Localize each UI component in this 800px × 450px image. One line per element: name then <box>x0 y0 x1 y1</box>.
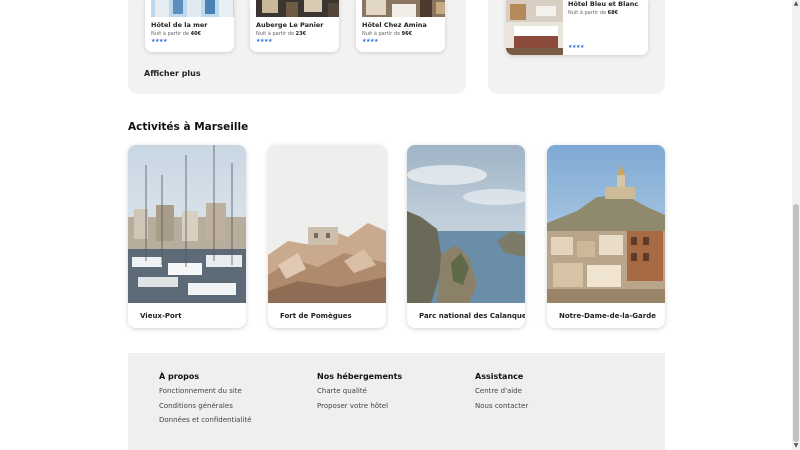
activity-photo <box>547 145 665 303</box>
footer-link[interactable]: Centre d'aide <box>475 387 528 395</box>
activity-card-calanques[interactable]: Parc national des Calanques <box>407 145 525 328</box>
activity-photo <box>407 145 525 303</box>
hotel-name: Hôtel Chez Amina <box>362 21 427 29</box>
footer-heading: Assistance <box>475 372 524 381</box>
rating-stars: ★★★★ <box>256 38 272 44</box>
activity-card-notre-dame[interactable]: Notre-Dame-de-la-Garde <box>547 145 665 328</box>
activity-photo <box>128 145 246 303</box>
scrollbar-thumb[interactable] <box>793 204 799 442</box>
hotel-price-value: 68€ <box>607 10 619 16</box>
hotel-price-value: 23€ <box>295 31 307 37</box>
show-more-link[interactable]: Afficher plus <box>144 69 201 78</box>
hotel-photo <box>506 0 563 55</box>
hotel-photo <box>256 0 339 17</box>
vertical-scrollbar[interactable]: ▲ ▼ <box>792 0 800 450</box>
hotel-name: Hôtel Bleu et Blanc <box>568 0 639 8</box>
activity-card-fort-de-pomegues[interactable]: Fort de Pomègues <box>268 145 386 328</box>
rating-stars: ★★★★ <box>151 38 167 44</box>
footer-column-support: Assistance Centre d'aide Nous contacter <box>475 372 528 416</box>
footer-column-accommodations: Nos hébergements Charte qualité Proposer… <box>317 372 402 416</box>
hotel-price-prefix: Nuit à partir de <box>256 31 296 37</box>
activity-photo <box>268 145 386 303</box>
hotel-price: Nuit à partir de 96€ <box>362 31 412 37</box>
activity-label: Parc national des Calanques <box>419 312 525 320</box>
site-footer: À propos Fonctionnement du site Conditio… <box>128 353 665 450</box>
activities-title: Activités à Marseille <box>128 121 249 133</box>
hotel-price: Nuit à partir de 68€ <box>568 10 618 16</box>
footer-heading: Nos hébergements <box>317 372 403 381</box>
footer-heading: À propos <box>159 372 200 381</box>
footer-link[interactable]: Charte qualité <box>317 387 402 395</box>
hotel-photo <box>362 0 445 17</box>
hotels-panel: Hôtel de la mer Nuit à partir de 40€ ★★★… <box>128 0 466 94</box>
scroll-down-arrow-icon[interactable]: ▼ <box>792 442 800 450</box>
hotel-card[interactable]: Hôtel de la mer Nuit à partir de 40€ ★★★… <box>145 0 234 52</box>
hotel-price-value: 40€ <box>190 31 202 37</box>
hotel-price-prefix: Nuit à partir de <box>362 31 402 37</box>
activity-label: Fort de Pomègues <box>280 312 352 320</box>
footer-link[interactable]: Données et confidentialité <box>159 416 251 424</box>
hotel-name: Hôtel de la mer <box>151 21 208 29</box>
hotel-price-value: 96€ <box>401 31 413 37</box>
footer-link[interactable]: Fonctionnement du site <box>159 387 251 395</box>
footer-column-about: À propos Fonctionnement du site Conditio… <box>159 372 251 431</box>
activity-label: Notre-Dame-de-la-Garde <box>559 312 656 320</box>
footer-link[interactable]: Proposer votre hôtel <box>317 402 402 410</box>
featured-hotel-panel: Hôtel Bleu et Blanc Nuit à partir de 68€… <box>488 0 665 94</box>
rating-stars: ★★★★ <box>568 44 584 50</box>
footer-link[interactable]: Conditions générales <box>159 402 251 410</box>
featured-hotel-card[interactable]: Hôtel Bleu et Blanc Nuit à partir de 68€… <box>506 0 648 55</box>
scroll-up-arrow-icon[interactable]: ▲ <box>792 0 800 8</box>
hotel-name: Auberge Le Panier <box>256 21 324 29</box>
hotel-price-prefix: Nuit à partir de <box>151 31 191 37</box>
activity-card-vieux-port[interactable]: Vieux-Port <box>128 145 246 328</box>
hotel-card[interactable]: Hôtel Chez Amina Nuit à partir de 96€ ★★… <box>356 0 445 52</box>
rating-stars: ★★★★ <box>362 38 378 44</box>
hotel-photo <box>151 0 234 17</box>
activity-label: Vieux-Port <box>140 312 182 320</box>
hotel-card[interactable]: Auberge Le Panier Nuit à partir de 23€ ★… <box>250 0 339 52</box>
footer-link[interactable]: Nous contacter <box>475 402 528 410</box>
hotel-price: Nuit à partir de 40€ <box>151 31 201 37</box>
hotel-price-prefix: Nuit à partir de <box>568 10 608 16</box>
hotel-price: Nuit à partir de 23€ <box>256 31 306 37</box>
